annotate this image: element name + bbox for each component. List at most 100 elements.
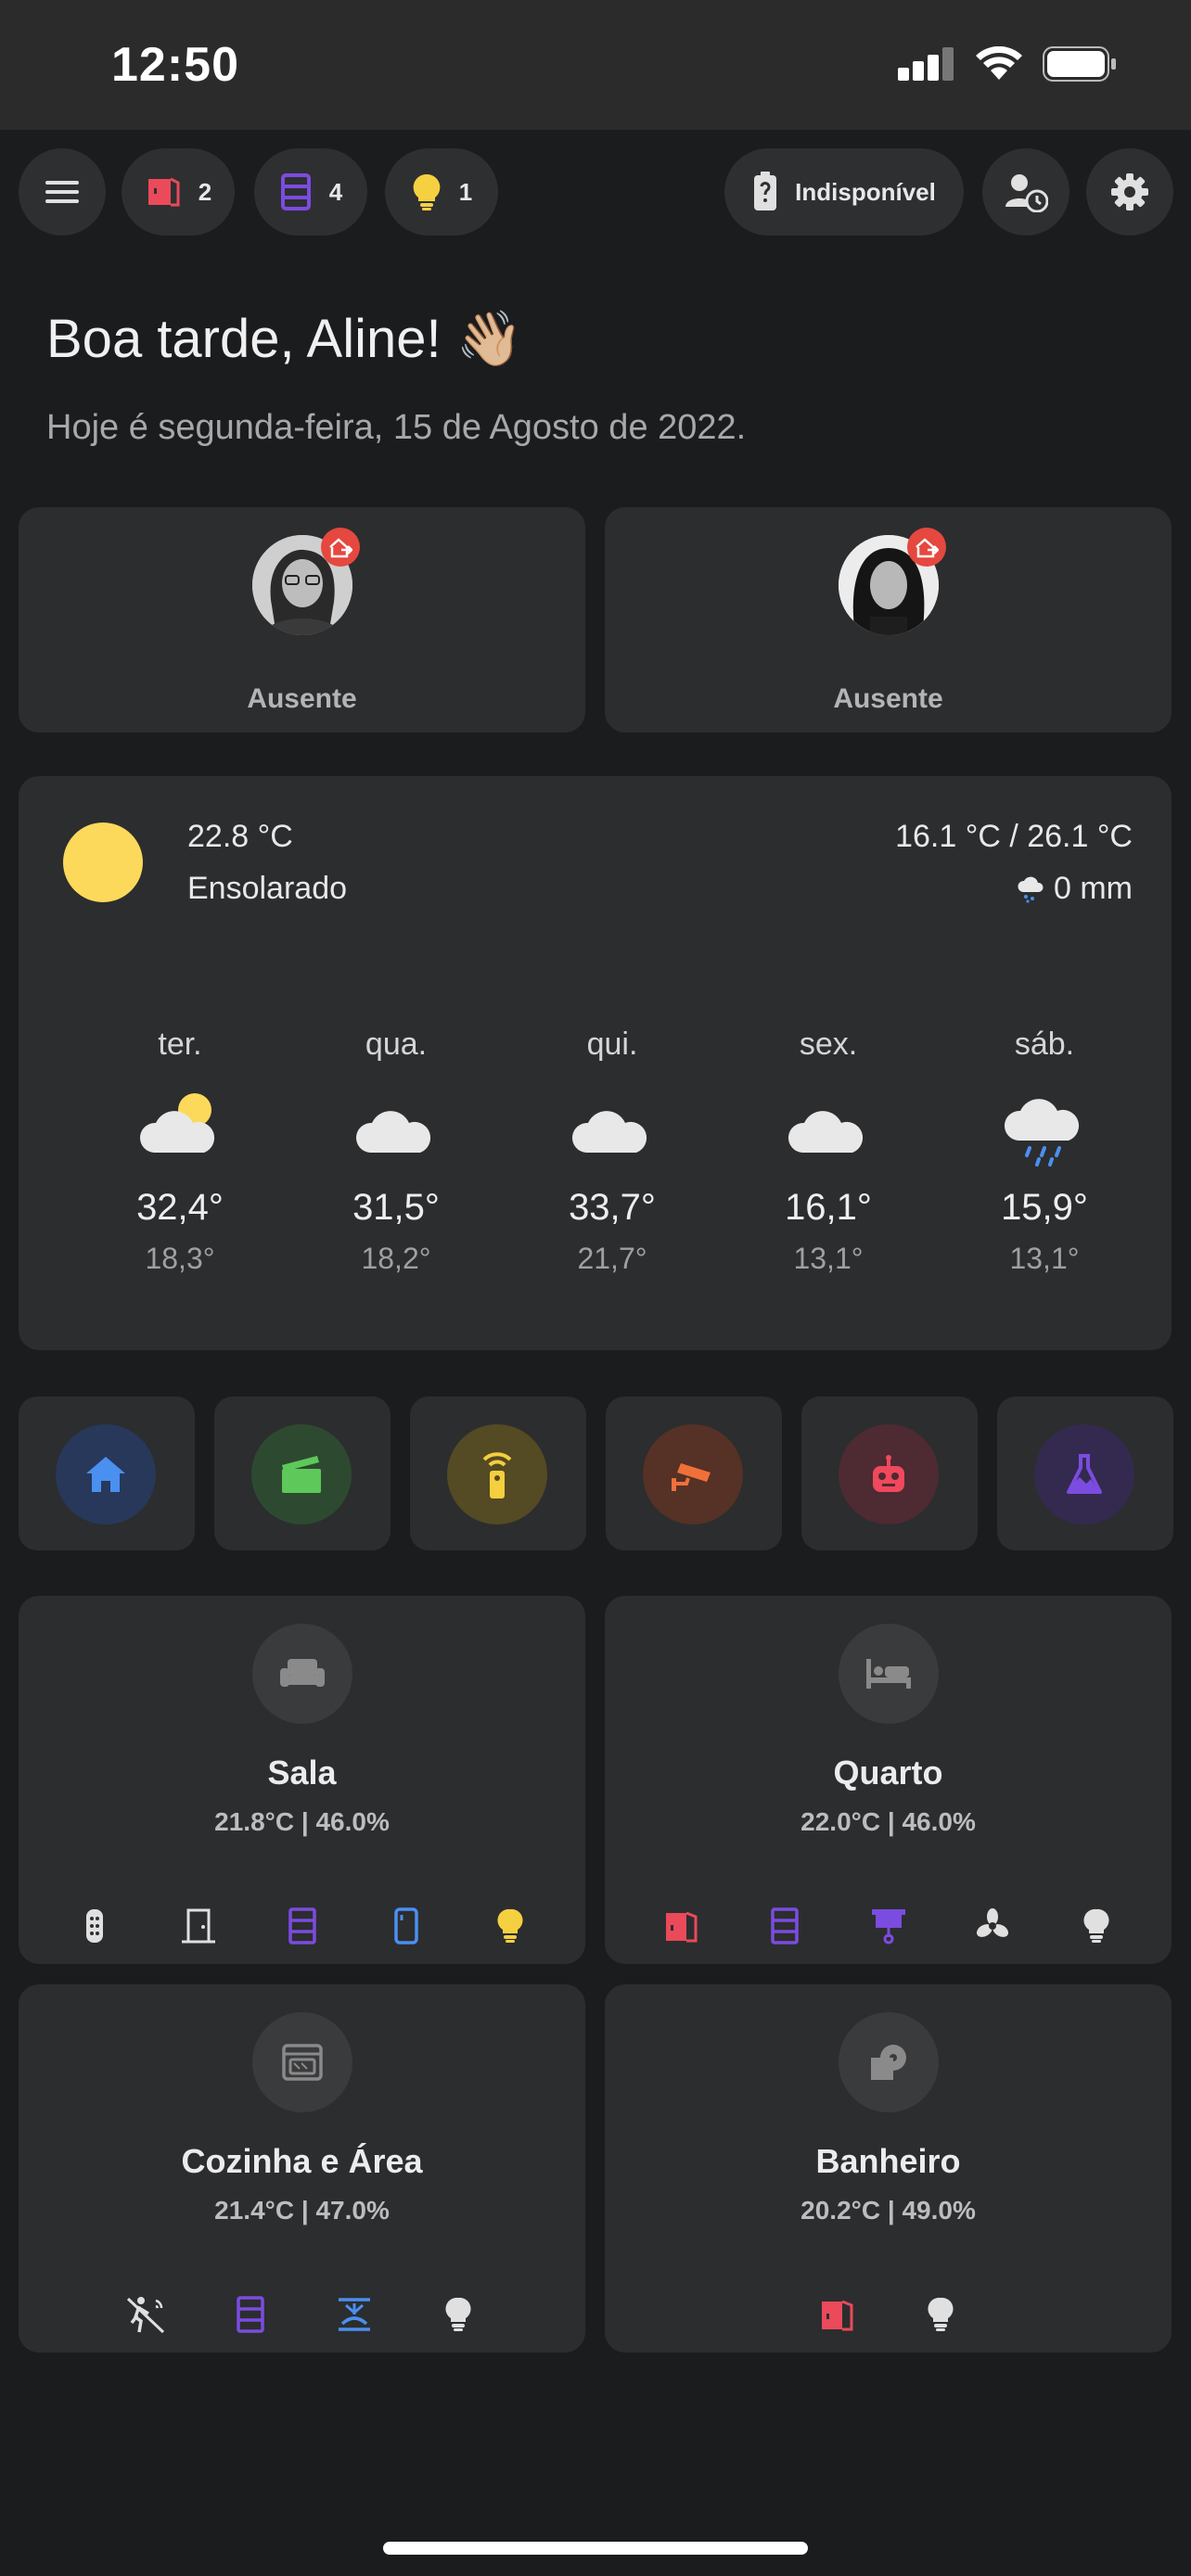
- lightbulb-icon[interactable]: [458, 1898, 562, 1954]
- settings-button[interactable]: [1086, 148, 1173, 236]
- window-icon[interactable]: [250, 1898, 354, 1954]
- door-closed-icon[interactable]: [147, 1898, 250, 1954]
- scene-robot[interactable]: [801, 1396, 978, 1550]
- cloudy-icon: [519, 1074, 705, 1176]
- forecast-high: 32,4°: [136, 1187, 224, 1228]
- window-icon[interactable]: [198, 2287, 302, 2342]
- battery-status-chip[interactable]: Indisponível: [724, 148, 964, 236]
- presence-schedule-button[interactable]: [982, 148, 1069, 236]
- scene-home[interactable]: [19, 1396, 195, 1550]
- rain-cloud-icon: [1018, 876, 1044, 903]
- bed-icon: [838, 1624, 939, 1724]
- scene-security[interactable]: [606, 1396, 782, 1550]
- open-doors-chip[interactable]: 2: [122, 148, 235, 236]
- cloudy-icon: [303, 1074, 489, 1176]
- forecast-day: sex. 16,1° 13,1°: [736, 1027, 921, 1276]
- toilet-paper-icon: [838, 2012, 939, 2112]
- door-open-icon[interactable]: [785, 2287, 889, 2342]
- scene-movie[interactable]: [214, 1396, 391, 1550]
- away-badge: [907, 528, 946, 567]
- room-card-quarto[interactable]: Quarto 22.0°C | 46.0%: [605, 1596, 1172, 1964]
- open-doors-count: 2: [198, 177, 212, 206]
- motion-sensor-off-icon[interactable]: [95, 2287, 198, 2342]
- greeting-date: Hoje é segunda-feira, 15 de Agosto de 20…: [46, 408, 747, 447]
- open-windows-chip[interactable]: 4: [254, 148, 367, 236]
- precipitation: 0 mm: [1017, 871, 1133, 907]
- device-row: [605, 2287, 1172, 2342]
- cctv-icon: [643, 1424, 743, 1524]
- partly-cloudy-icon: [87, 1074, 273, 1176]
- forecast-day-label: qui.: [586, 1027, 638, 1062]
- door-open-icon[interactable]: [629, 1898, 733, 1954]
- scene-flask[interactable]: [997, 1396, 1173, 1550]
- greeting-title: Boa tarde, Aline! 👋🏼: [46, 309, 523, 369]
- clock: 12:50: [111, 38, 239, 92]
- robot-icon: [839, 1424, 939, 1524]
- remote-control-icon[interactable]: [43, 1898, 147, 1954]
- person-state: Ausente: [247, 683, 357, 714]
- remote-icon: [447, 1424, 547, 1524]
- projector-screen-icon[interactable]: [837, 1898, 941, 1954]
- fridge-icon[interactable]: [354, 1898, 458, 1954]
- room-name: Quarto: [833, 1753, 943, 1792]
- stove-icon: [251, 2012, 352, 2112]
- forecast-day: qua. 31,5° 18,2°: [303, 1027, 489, 1276]
- cloudy-icon: [736, 1074, 921, 1176]
- forecast-high: 16,1°: [785, 1187, 872, 1228]
- forecast-low: 21,7°: [577, 1242, 647, 1275]
- room-name: Cozinha e Área: [181, 2142, 423, 2180]
- lights-on-chip[interactable]: 1: [385, 148, 498, 236]
- flask-icon: [1034, 1424, 1134, 1524]
- water-pump-icon[interactable]: [302, 2287, 406, 2342]
- forecast-high: 33,7°: [569, 1187, 656, 1228]
- away-badge: [321, 528, 360, 567]
- sunny-icon: [63, 823, 143, 902]
- open-windows-count: 4: [328, 177, 343, 206]
- home-icon: [56, 1424, 156, 1524]
- person-card-2[interactable]: Ausente: [605, 507, 1172, 733]
- device-row: [605, 1898, 1172, 1954]
- temperature-range: 16.1 °C / 26.1 °C: [895, 819, 1133, 854]
- person-card-1[interactable]: Ausente: [19, 507, 585, 733]
- home-export-icon: [916, 538, 939, 558]
- room-stats: 20.2°C | 49.0%: [800, 2196, 976, 2225]
- battery-icon: [1043, 46, 1116, 82]
- clapperboard-icon: [251, 1424, 352, 1524]
- room-card-sala[interactable]: Sala 21.8°C | 46.0%: [19, 1596, 585, 1964]
- lightbulb-icon[interactable]: [1044, 1898, 1148, 1954]
- room-card-cozinha[interactable]: Cozinha e Área 21.4°C | 47.0%: [19, 1984, 585, 2353]
- forecast-high: 31,5°: [352, 1187, 440, 1228]
- cellular-signal-icon: [898, 47, 954, 81]
- room-stats: 21.8°C | 46.0%: [214, 1807, 390, 1836]
- menu-button[interactable]: [19, 148, 106, 236]
- forecast-day-label: sex.: [799, 1027, 858, 1062]
- room-stats: 21.4°C | 47.0%: [214, 2196, 390, 2225]
- device-row: [19, 1898, 585, 1954]
- home-indicator[interactable]: [383, 2542, 808, 2555]
- window-icon[interactable]: [733, 1898, 837, 1954]
- fan-icon[interactable]: [941, 1898, 1044, 1954]
- forecast-low: 18,3°: [145, 1242, 215, 1275]
- weather-condition: Ensolarado: [187, 871, 348, 906]
- forecast-low: 13,1°: [793, 1242, 864, 1275]
- lightbulb-icon: [413, 173, 441, 210]
- forecast-day: ter. 32,4° 18,3°: [87, 1027, 273, 1276]
- device-row: [19, 2287, 585, 2342]
- forecast-day-label: qua.: [365, 1027, 428, 1062]
- forecast-day: sáb. 15,9° 13,1°: [952, 1027, 1137, 1276]
- weather-card[interactable]: 22.8 °C Ensolarado 16.1 °C / 26.1 °C 0 m…: [19, 776, 1172, 1350]
- room-name: Sala: [267, 1753, 337, 1792]
- room-card-banheiro[interactable]: Banheiro 20.2°C | 49.0%: [605, 1984, 1172, 2353]
- hamburger-menu-icon: [45, 181, 79, 203]
- status-bar: 12:50: [0, 0, 1191, 130]
- scene-remote[interactable]: [410, 1396, 586, 1550]
- forecast-low: 18,2°: [361, 1242, 431, 1275]
- sofa-icon: [251, 1624, 352, 1724]
- forecast-high: 15,9°: [1001, 1187, 1088, 1228]
- lightbulb-icon[interactable]: [889, 2287, 992, 2342]
- forecast-day: qui. 33,7° 21,7°: [519, 1027, 705, 1276]
- precipitation-value: 0 mm: [1054, 871, 1133, 906]
- lightbulb-icon[interactable]: [406, 2287, 510, 2342]
- forecast-low: 13,1°: [1009, 1242, 1080, 1275]
- forecast-day-label: ter.: [158, 1027, 202, 1062]
